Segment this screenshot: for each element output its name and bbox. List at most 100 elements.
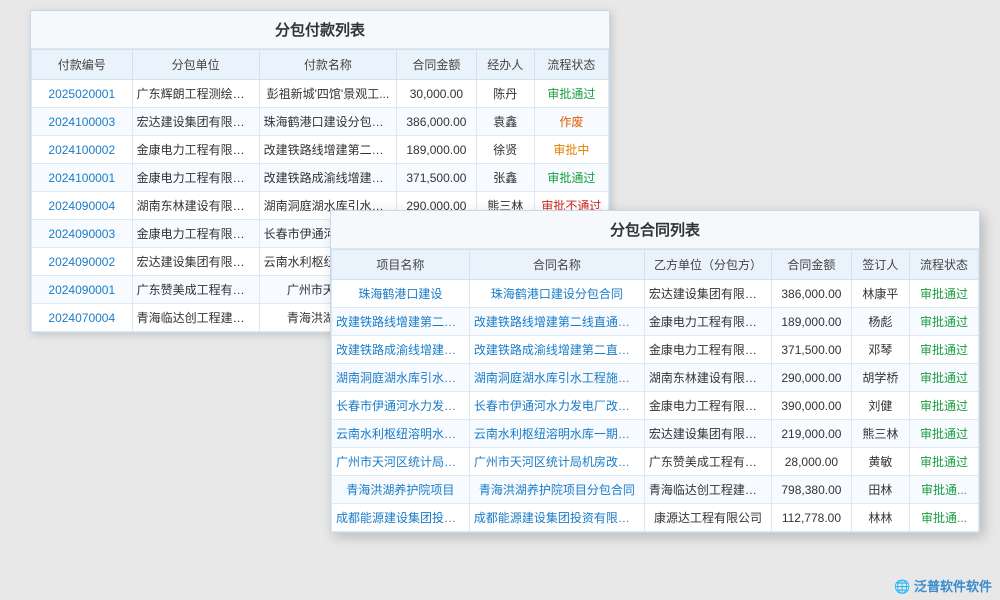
contract-cell-3-4: 胡学桥 — [851, 364, 909, 392]
contract-cell-4-3: 390,000.00 — [772, 392, 852, 420]
contract-cell-0-2: 宏达建设集团有限公司 — [644, 280, 771, 308]
contract-cell-5-4: 熊三林 — [851, 420, 909, 448]
contract-cell-6-4: 黄敏 — [851, 448, 909, 476]
contract-cell-5-1[interactable]: 云南水利枢纽溶明水库一期工程施工标... — [469, 420, 644, 448]
payment-cell-4-0[interactable]: 2024090004 — [32, 192, 133, 220]
payment-cell-6-1: 宏达建设集团有限公司 — [132, 248, 259, 276]
payment-table-row[interactable]: 2024100003宏达建设集团有限公司珠海鹤港口建设分包合...386,000… — [32, 108, 609, 136]
payment-table-row[interactable]: 2024100001金康电力工程有限公司改建铁路成渝线增建第...371,500… — [32, 164, 609, 192]
payment-col-分包单位: 分包单位 — [132, 50, 259, 80]
contract-cell-3-0[interactable]: 湖南洞庭湖水库引水工程施工标 — [332, 364, 470, 392]
payment-cell-1-3: 386,000.00 — [397, 108, 476, 136]
payment-cell-8-0[interactable]: 2024070004 — [32, 304, 133, 332]
contract-table-row[interactable]: 珠海鹤港口建设珠海鹤港口建设分包合同宏达建设集团有限公司386,000.00林康… — [332, 280, 979, 308]
contract-col-乙方单位（分包方）: 乙方单位（分包方） — [644, 250, 771, 280]
payment-cell-0-3: 30,000.00 — [397, 80, 476, 108]
contract-cell-2-1[interactable]: 改建铁路成渝线增建第二直通线（成渝... — [469, 336, 644, 364]
contract-table: 项目名称合同名称乙方单位（分包方）合同金额签订人流程状态 珠海鹤港口建设珠海鹤港… — [331, 249, 979, 532]
panel-contract-list: 分包合同列表 项目名称合同名称乙方单位（分包方）合同金额签订人流程状态 珠海鹤港… — [330, 210, 980, 533]
contract-cell-5-2: 宏达建设集团有限公司 — [644, 420, 771, 448]
watermark-text: 泛普软件 — [914, 579, 966, 594]
contract-table-row[interactable]: 成都能源建设集团投资有限公司...成都能源建设集团投资有限公司临时办...康源达… — [332, 504, 979, 532]
contract-cell-4-5: 审批通过 — [910, 392, 979, 420]
payment-cell-0-4: 陈丹 — [476, 80, 534, 108]
contract-cell-5-0[interactable]: 云南水利枢纽溶明水库一期工程... — [332, 420, 470, 448]
payment-cell-3-0[interactable]: 2024100001 — [32, 164, 133, 192]
payment-cell-4-1: 湖南东林建设有限公司 — [132, 192, 259, 220]
payment-table-row[interactable]: 2024100002金康电力工程有限公司改建铁路线增建第二线...189,000… — [32, 136, 609, 164]
contract-cell-6-5: 审批通过 — [910, 448, 979, 476]
contract-cell-3-3: 290,000.00 — [772, 364, 852, 392]
watermark: 🌐 泛普软件软件 — [894, 576, 992, 595]
contract-cell-8-1[interactable]: 成都能源建设集团投资有限公司临时办... — [469, 504, 644, 532]
contract-cell-4-1[interactable]: 长春市伊通河水力发电厂改建工程分包... — [469, 392, 644, 420]
contract-table-row[interactable]: 长春市伊通河水力发电厂改建工程长春市伊通河水力发电厂改建工程分包...金康电力工… — [332, 392, 979, 420]
contract-table-row[interactable]: 云南水利枢纽溶明水库一期工程...云南水利枢纽溶明水库一期工程施工标...宏达建… — [332, 420, 979, 448]
contract-cell-3-2: 湖南东林建设有限公司 — [644, 364, 771, 392]
payment-cell-3-1: 金康电力工程有限公司 — [132, 164, 259, 192]
payment-cell-3-4: 张鑫 — [476, 164, 534, 192]
contract-cell-8-0[interactable]: 成都能源建设集团投资有限公司... — [332, 504, 470, 532]
contract-cell-0-4: 林康平 — [851, 280, 909, 308]
payment-cell-6-0[interactable]: 2024090002 — [32, 248, 133, 276]
contract-cell-8-2: 康源达工程有限公司 — [644, 504, 771, 532]
contract-cell-8-5: 审批通... — [910, 504, 979, 532]
contract-cell-7-2: 青海临达创工程建设有... — [644, 476, 771, 504]
payment-table-header: 付款编号分包单位付款名称合同金额经办人流程状态 — [32, 50, 609, 80]
payment-cell-1-1: 宏达建设集团有限公司 — [132, 108, 259, 136]
payment-cell-2-3: 189,000.00 — [397, 136, 476, 164]
contract-cell-2-5: 审批通过 — [910, 336, 979, 364]
payment-cell-0-2: 彭祖新城'四馆'景观工... — [259, 80, 397, 108]
contract-cell-1-2: 金康电力工程有限公司 — [644, 308, 771, 336]
payment-cell-3-2: 改建铁路成渝线增建第... — [259, 164, 397, 192]
contract-table-row[interactable]: 青海洪湖养护院项目青海洪湖养护院项目分包合同青海临达创工程建设有...798,3… — [332, 476, 979, 504]
contract-cell-1-5: 审批通过 — [910, 308, 979, 336]
contract-table-row[interactable]: 改建铁路成渝线增建第二直通线...改建铁路成渝线增建第二直通线（成渝...金康电… — [332, 336, 979, 364]
contract-col-签订人: 签订人 — [851, 250, 909, 280]
contract-cell-7-1[interactable]: 青海洪湖养护院项目分包合同 — [469, 476, 644, 504]
contract-table-row[interactable]: 湖南洞庭湖水库引水工程施工标湖南洞庭湖水库引水工程施工标分包合同湖南东林建设有限… — [332, 364, 979, 392]
payment-cell-5-0[interactable]: 2024090003 — [32, 220, 133, 248]
payment-cell-2-1: 金康电力工程有限公司 — [132, 136, 259, 164]
payment-table-row[interactable]: 2025020001广东辉朗工程测绘公司彭祖新城'四馆'景观工...30,000… — [32, 80, 609, 108]
contract-cell-8-4: 林林 — [851, 504, 909, 532]
payment-cell-1-2: 珠海鹤港口建设分包合... — [259, 108, 397, 136]
contract-cell-1-1[interactable]: 改建铁路线增建第二线直通线（成都-西... — [469, 308, 644, 336]
payment-cell-7-0[interactable]: 2024090001 — [32, 276, 133, 304]
contract-cell-3-1[interactable]: 湖南洞庭湖水库引水工程施工标分包合同 — [469, 364, 644, 392]
contract-cell-6-3: 28,000.00 — [772, 448, 852, 476]
payment-cell-8-1: 青海临达创工程建设有... — [132, 304, 259, 332]
contract-cell-2-0[interactable]: 改建铁路成渝线增建第二直通线... — [332, 336, 470, 364]
contract-cell-0-1[interactable]: 珠海鹤港口建设分包合同 — [469, 280, 644, 308]
panel1-title: 分包付款列表 — [31, 11, 609, 49]
contract-cell-0-3: 386,000.00 — [772, 280, 852, 308]
contract-cell-1-0[interactable]: 改建铁路线增建第二线直通线（... — [332, 308, 470, 336]
payment-cell-7-1: 广东赞美成工程有限公司 — [132, 276, 259, 304]
payment-col-流程状态: 流程状态 — [534, 50, 608, 80]
contract-cell-0-0[interactable]: 珠海鹤港口建设 — [332, 280, 470, 308]
contract-cell-2-2: 金康电力工程有限公司 — [644, 336, 771, 364]
payment-cell-0-0[interactable]: 2025020001 — [32, 80, 133, 108]
contract-cell-3-5: 审批通过 — [910, 364, 979, 392]
payment-cell-1-4: 袁鑫 — [476, 108, 534, 136]
contract-table-row[interactable]: 广州市天河区统计局机房改造项目广州市天河区统计局机房改造项目分包...广东赞美成… — [332, 448, 979, 476]
contract-cell-7-0[interactable]: 青海洪湖养护院项目 — [332, 476, 470, 504]
contract-cell-6-0[interactable]: 广州市天河区统计局机房改造项目 — [332, 448, 470, 476]
contract-cell-4-2: 金康电力工程有限公司 — [644, 392, 771, 420]
payment-cell-1-0[interactable]: 2024100003 — [32, 108, 133, 136]
payment-cell-0-1: 广东辉朗工程测绘公司 — [132, 80, 259, 108]
contract-cell-6-1[interactable]: 广州市天河区统计局机房改造项目分包... — [469, 448, 644, 476]
payment-col-付款名称: 付款名称 — [259, 50, 397, 80]
contract-cell-4-0[interactable]: 长春市伊通河水力发电厂改建工程 — [332, 392, 470, 420]
panel2-title: 分包合同列表 — [331, 211, 979, 249]
contract-table-row[interactable]: 改建铁路线增建第二线直通线（...改建铁路线增建第二线直通线（成都-西...金康… — [332, 308, 979, 336]
contract-cell-1-3: 189,000.00 — [772, 308, 852, 336]
watermark-icon: 🌐 — [894, 579, 910, 594]
contract-table-header: 项目名称合同名称乙方单位（分包方）合同金额签订人流程状态 — [332, 250, 979, 280]
contract-col-项目名称: 项目名称 — [332, 250, 470, 280]
contract-cell-2-3: 371,500.00 — [772, 336, 852, 364]
payment-cell-2-4: 徐贤 — [476, 136, 534, 164]
payment-cell-2-0[interactable]: 2024100002 — [32, 136, 133, 164]
payment-cell-5-1: 金康电力工程有限公司 — [132, 220, 259, 248]
contract-col-流程状态: 流程状态 — [910, 250, 979, 280]
